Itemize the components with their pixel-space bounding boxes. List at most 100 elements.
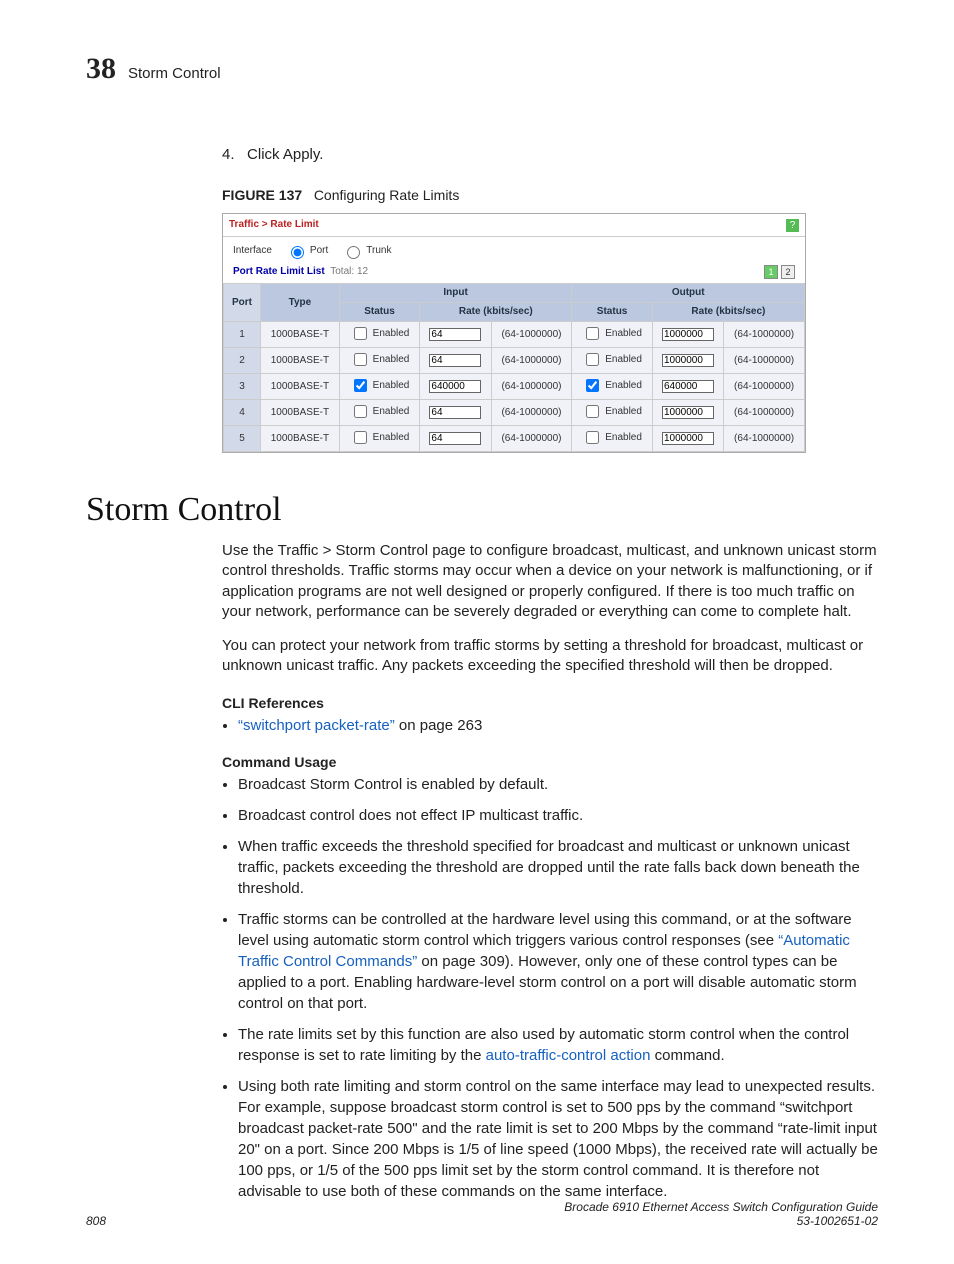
th-output: Output (572, 284, 805, 303)
usage-item: Traffic storms can be controlled at the … (238, 909, 878, 1014)
footer-doc-id: 53-1002651-02 (564, 1214, 878, 1228)
in-enabled-checkbox[interactable] (354, 431, 367, 444)
link-auto-traffic-action[interactable]: auto-traffic-control action (486, 1047, 651, 1064)
out-enabled-checkbox[interactable] (586, 353, 599, 366)
cell-in-rate (420, 322, 491, 348)
in-enabled-checkbox[interactable] (354, 327, 367, 340)
in-enabled-checkbox[interactable] (354, 405, 367, 418)
cell-port: 4 (224, 400, 261, 426)
table-row: 51000BASE-T Enabled(64-1000000) Enabled(… (224, 426, 805, 452)
page-footer: 808 Brocade 6910 Ethernet Access Switch … (86, 1200, 878, 1228)
cell-type: 1000BASE-T (261, 426, 340, 452)
figure-title: Configuring Rate Limits (314, 187, 460, 203)
list-title: Port Rate Limit List (233, 266, 325, 277)
in-rate-input[interactable] (429, 328, 481, 341)
usage-item: Using both rate limiting and storm contr… (238, 1076, 878, 1202)
interface-label: Interface (233, 244, 272, 258)
out-enabled-checkbox[interactable] (586, 327, 599, 340)
cli-suffix: on page 263 (395, 717, 483, 734)
radio-trunk[interactable]: Trunk (342, 243, 391, 259)
rate-limit-table: Port Type Input Output Status Rate (kbit… (223, 283, 805, 452)
cell-out-rate (652, 426, 723, 452)
cell-out-range: (64-1000000) (724, 374, 805, 400)
cell-in-range: (64-1000000) (491, 348, 572, 374)
cell-port: 5 (224, 426, 261, 452)
cli-ref-item: “switchport packet-rate” on page 263 (238, 715, 878, 736)
command-usage-heading: Command Usage (222, 754, 878, 770)
th-out-status: Status (572, 303, 652, 322)
th-input: Input (339, 284, 572, 303)
cell-in-status: Enabled (339, 348, 419, 374)
cell-in-rate (420, 426, 491, 452)
out-rate-input[interactable] (662, 432, 714, 445)
cell-out-rate (652, 400, 723, 426)
page-header: 38 Storm Control (86, 52, 878, 86)
cell-out-range: (64-1000000) (724, 322, 805, 348)
breadcrumb: Traffic > Rate Limit (229, 218, 319, 232)
out-enabled-checkbox[interactable] (586, 405, 599, 418)
table-row: 11000BASE-T Enabled(64-1000000) Enabled(… (224, 322, 805, 348)
cell-in-rate (420, 348, 491, 374)
cell-out-status: Enabled (572, 348, 652, 374)
cell-out-rate (652, 322, 723, 348)
radio-port[interactable]: Port (286, 243, 328, 259)
cell-out-status: Enabled (572, 322, 652, 348)
out-enabled-checkbox[interactable] (586, 431, 599, 444)
figure-rate-limit: Traffic > Rate Limit ? Interface Port Tr… (222, 213, 806, 453)
step-num: 4. (222, 146, 235, 163)
out-rate-input[interactable] (662, 354, 714, 367)
cell-port: 1 (224, 322, 261, 348)
in-enabled-checkbox[interactable] (354, 353, 367, 366)
out-rate-input[interactable] (662, 328, 714, 341)
cell-in-rate (420, 400, 491, 426)
figure-caption: FIGURE 137 Configuring Rate Limits (222, 187, 878, 203)
usage-item: The rate limits set by this function are… (238, 1024, 878, 1066)
cell-in-range: (64-1000000) (491, 426, 572, 452)
page-1-button[interactable]: 1 (764, 265, 778, 279)
step-line: 4. Click Apply. (222, 146, 878, 163)
in-rate-input[interactable] (429, 406, 481, 419)
cell-in-range: (64-1000000) (491, 400, 572, 426)
th-in-status: Status (339, 303, 419, 322)
th-port: Port (224, 284, 261, 322)
cli-references-heading: CLI References (222, 695, 878, 711)
cell-in-status: Enabled (339, 426, 419, 452)
out-rate-input[interactable] (662, 380, 714, 393)
total-label: Total: (330, 266, 354, 277)
chapter-number: 38 (86, 52, 116, 86)
cell-out-range: (64-1000000) (724, 426, 805, 452)
cell-out-range: (64-1000000) (724, 400, 805, 426)
step-text: Click Apply. (247, 146, 323, 163)
cell-in-rate (420, 374, 491, 400)
th-out-rate: Rate (kbits/sec) (652, 303, 804, 322)
page-2-button[interactable]: 2 (781, 265, 795, 279)
cell-out-status: Enabled (572, 426, 652, 452)
cell-type: 1000BASE-T (261, 322, 340, 348)
th-in-rate: Rate (kbits/sec) (420, 303, 572, 322)
chapter-title: Storm Control (128, 65, 221, 82)
table-row: 31000BASE-T Enabled(64-1000000) Enabled(… (224, 374, 805, 400)
para-1: Use the Traffic > Storm Control page to … (222, 541, 878, 622)
usage-item: Broadcast Storm Control is enabled by de… (238, 774, 878, 795)
link-switchport-packet-rate[interactable]: “switchport packet-rate” (238, 717, 395, 734)
table-row: 21000BASE-T Enabled(64-1000000) Enabled(… (224, 348, 805, 374)
help-icon[interactable]: ? (786, 219, 799, 232)
in-enabled-checkbox[interactable] (354, 379, 367, 392)
total-value: 12 (357, 266, 368, 277)
out-enabled-checkbox[interactable] (586, 379, 599, 392)
footer-page-number: 808 (86, 1214, 106, 1228)
section-heading: Storm Control (86, 491, 878, 529)
cell-port: 2 (224, 348, 261, 374)
in-rate-input[interactable] (429, 354, 481, 367)
cell-in-status: Enabled (339, 322, 419, 348)
in-rate-input[interactable] (429, 432, 481, 445)
in-rate-input[interactable] (429, 380, 481, 393)
th-type: Type (261, 284, 340, 322)
cell-in-range: (64-1000000) (491, 374, 572, 400)
usage-item: When traffic exceeds the threshold speci… (238, 836, 878, 899)
table-row: 41000BASE-T Enabled(64-1000000) Enabled(… (224, 400, 805, 426)
cell-in-status: Enabled (339, 374, 419, 400)
cell-out-rate (652, 348, 723, 374)
cell-in-range: (64-1000000) (491, 322, 572, 348)
out-rate-input[interactable] (662, 406, 714, 419)
